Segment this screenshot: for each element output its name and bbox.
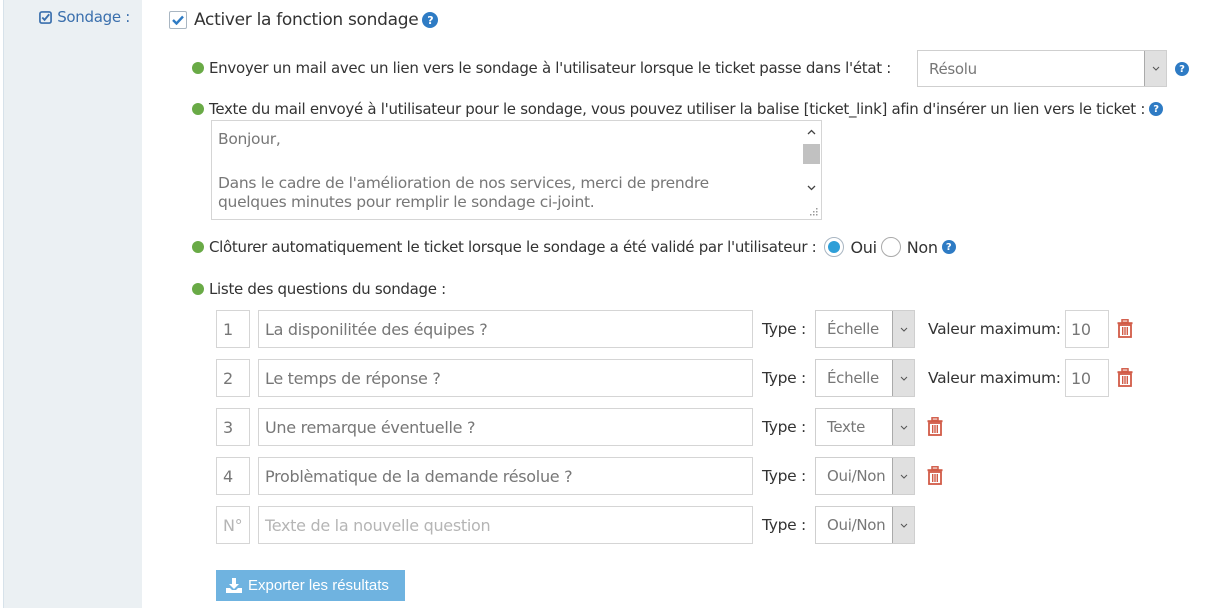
help-icon[interactable]: ? (1175, 62, 1189, 76)
question-text-input[interactable]: Une remarque éventuelle ? (258, 408, 753, 446)
question-number-input[interactable]: 4 (216, 457, 250, 495)
help-icon[interactable]: ? (941, 240, 956, 254)
question-number-input[interactable]: 2 (216, 359, 250, 397)
questions-label: Liste des questions du sondage : (209, 280, 446, 298)
enable-survey-row: Activer la fonction sondage ? (169, 10, 439, 30)
type-label: Type : (762, 320, 806, 338)
chevron-down-icon (892, 458, 914, 494)
mail-text-row: Texte du mail envoyé à l'utilisateur pou… (192, 100, 1164, 118)
resize-grip-icon[interactable] (809, 207, 818, 216)
max-value-label: Valeur maximum: (928, 320, 1061, 338)
bullet-icon (192, 241, 204, 253)
help-icon[interactable]: ? (422, 12, 439, 28)
bullet-icon (192, 283, 204, 295)
max-value-input[interactable]: 10 (1065, 310, 1109, 348)
mail-text-textarea[interactable]: Bonjour, Dans le cadre de l'amélioration… (211, 120, 822, 220)
question-text-input[interactable]: La disponilitée des équipes ? (258, 310, 753, 348)
textarea-scrollbar[interactable] (802, 122, 820, 200)
chevron-down-icon (892, 360, 914, 396)
scroll-up-icon[interactable] (802, 124, 820, 140)
export-results-button[interactable]: Exporter les résultats (216, 570, 405, 601)
delete-question-icon[interactable] (927, 417, 943, 436)
delete-question-icon[interactable] (927, 466, 943, 485)
ticket-state-select[interactable]: Résolu (917, 50, 1167, 87)
enable-survey-label: Activer la fonction sondage (194, 10, 419, 30)
auto-close-label: Clôturer automatiquement le ticket lorsq… (209, 238, 817, 256)
chevron-down-icon (892, 311, 914, 347)
question-type-select[interactable]: Échelle (815, 310, 915, 348)
radio-non[interactable] (880, 237, 901, 257)
question-text-input[interactable]: Le temps de réponse ? (258, 359, 753, 397)
delete-question-icon[interactable] (1117, 368, 1133, 387)
section-label: Sondage : (39, 8, 130, 26)
chevron-down-icon (892, 409, 914, 445)
chevron-down-icon (892, 507, 914, 543)
scrollbar-thumb[interactable] (803, 144, 820, 164)
question-number-input[interactable]: N° (216, 506, 250, 544)
question-number-input[interactable]: 3 (216, 408, 250, 446)
auto-close-row: Clôturer automatiquement le ticket lorsq… (192, 237, 956, 257)
type-label: Type : (762, 369, 806, 387)
help-icon[interactable]: ? (1149, 102, 1164, 116)
question-number-input[interactable]: 1 (216, 310, 250, 348)
enable-survey-checkbox[interactable] (169, 11, 187, 29)
send-mail-label: Envoyer un mail avec un lien vers le son… (209, 59, 892, 77)
question-type-select[interactable]: Oui/Non (815, 457, 915, 495)
checkmark-icon (172, 15, 184, 25)
mail-text-label: Texte du mail envoyé à l'utilisateur pou… (209, 100, 1146, 118)
send-mail-row: Envoyer un mail avec un lien vers le son… (192, 59, 891, 77)
question-type-select[interactable]: Échelle (815, 359, 915, 397)
question-type-select[interactable]: Texte (815, 408, 915, 446)
chevron-down-icon (1144, 51, 1166, 86)
bullet-icon (192, 103, 204, 115)
check-square-icon (39, 10, 53, 24)
form-label-column: Sondage : (3, 0, 142, 608)
delete-question-icon[interactable] (1117, 319, 1133, 338)
question-text-input[interactable]: Texte de la nouvelle question (258, 506, 753, 544)
max-value-label: Valeur maximum: (928, 369, 1061, 387)
question-text-input[interactable]: Problèmatique de la demande résolue ? (258, 457, 753, 495)
scroll-down-icon[interactable] (802, 180, 820, 196)
type-label: Type : (762, 516, 806, 534)
question-type-select[interactable]: Oui/Non (815, 506, 915, 544)
type-label: Type : (762, 467, 806, 485)
type-label: Type : (762, 418, 806, 436)
bullet-icon (192, 62, 204, 74)
radio-oui[interactable] (824, 237, 845, 257)
max-value-input[interactable]: 10 (1065, 359, 1109, 397)
download-icon (226, 578, 242, 593)
questions-row: Liste des questions du sondage : (192, 280, 446, 298)
